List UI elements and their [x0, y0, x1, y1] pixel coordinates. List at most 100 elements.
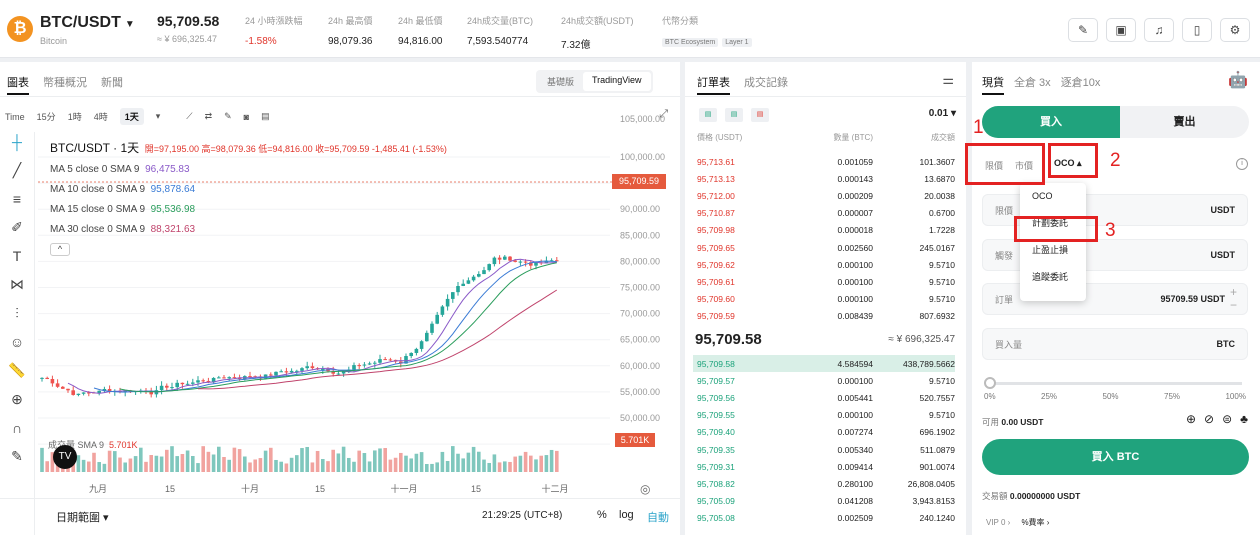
ask-row[interactable]: 95,709.59 0.008439 807.6932 [697, 308, 955, 325]
tag[interactable]: BTC Ecosystem [662, 38, 719, 47]
tab-isolated[interactable]: 逐倉10x [1061, 74, 1101, 95]
volume-bar [347, 457, 351, 472]
y-tick-label: 75,000.00 [620, 283, 660, 293]
candle-body [165, 385, 169, 388]
candle-body [482, 270, 486, 275]
slider-knob[interactable] [984, 377, 996, 389]
collapse-legend-icon[interactable]: ^ [50, 243, 70, 256]
volume-bar [279, 461, 283, 472]
volume-bar [139, 447, 143, 472]
volume-bar [378, 448, 382, 472]
bid-row[interactable]: 95,709.58 4.584594 438,789.5662 [693, 355, 955, 373]
volume-bar [45, 461, 49, 472]
volume-bar [217, 446, 221, 472]
bid-row[interactable]: 95,705.08 0.002509 240.1240 [697, 510, 955, 527]
ask-row[interactable]: 95,709.62 0.000100 9.5710 [697, 256, 955, 273]
tab-spot[interactable]: 現貨 [982, 74, 1004, 95]
ask-row[interactable]: 95,709.60 0.000100 9.5710 [697, 291, 955, 308]
buy-tab[interactable]: 買入 [982, 106, 1120, 138]
ask-row[interactable]: 95,710.87 0.000007 0.6700 [697, 205, 955, 222]
bid-row[interactable]: 95,708.82 0.280100 26,808.0405 [697, 475, 955, 492]
tab-trades[interactable]: 成交記錄 [744, 74, 788, 95]
y-tick-label: 80,000.00 [620, 256, 660, 266]
ask-row[interactable]: 95,712.00 0.000209 20.0038 [697, 187, 955, 204]
candle-body [373, 362, 377, 364]
volume-bar [461, 458, 465, 472]
transfer-icon[interactable]: ⊘ [1204, 412, 1214, 426]
log-toggle[interactable]: log [619, 509, 634, 521]
price-step-select[interactable]: 0.01 ▾ [929, 108, 956, 119]
book-asks-icon[interactable]: ▤ [751, 108, 769, 122]
auto-toggle[interactable]: 自動 [647, 509, 669, 525]
volume-bar [295, 455, 299, 472]
deposit-icon[interactable]: ⊕ [1186, 412, 1196, 426]
x-tick-label: 15 [471, 484, 481, 494]
bid-row[interactable]: 95,709.40 0.007274 696.1902 [697, 424, 955, 441]
candlestick-chart[interactable]: 100,000.0095,000.0090,000.0085,000.0080,… [0, 62, 680, 535]
volume-bar [305, 446, 309, 472]
volume-bar [534, 459, 538, 472]
tab-orderbook[interactable]: 訂單表 [697, 74, 730, 95]
x-tick-label: 15 [165, 484, 175, 494]
card-icon[interactable]: ▣ [1106, 18, 1136, 42]
bid-row[interactable]: 95,709.55 0.000100 9.5710 [697, 407, 955, 424]
bid-row[interactable]: 95,709.31 0.009414 901.0074 [697, 458, 955, 475]
info-icon[interactable]: i [1236, 158, 1248, 170]
book-both-icon[interactable]: ▤ [699, 108, 717, 122]
ask-row[interactable]: 95,713.13 0.000143 13.6870 [697, 170, 955, 187]
x-tick-label: 15 [315, 484, 325, 494]
buy-amount-field[interactable]: 買入量 BTC [982, 328, 1248, 360]
pair-selector[interactable]: BTC/USDT ▼ [40, 14, 135, 32]
percent-toggle[interactable]: % [597, 509, 607, 521]
caret-down-icon: ▼ [124, 19, 135, 30]
candle-body [378, 359, 382, 363]
convert-icon[interactable]: ⊜ [1222, 412, 1232, 426]
candle-body [477, 274, 481, 277]
robot-icon[interactable]: 🤖 [1228, 70, 1248, 90]
volume-bar [159, 456, 164, 472]
ask-row[interactable]: 95,709.98 0.000018 1.7228 [697, 222, 955, 239]
bid-row[interactable]: 95,705.09 0.041208 3,943.8153 [697, 493, 955, 510]
goto-realtime-icon[interactable]: ◎ [640, 482, 650, 496]
bid-row[interactable]: 95,709.57 0.000100 9.5710 [697, 372, 955, 389]
volume-bar [227, 459, 231, 472]
alert-icon[interactable]: ♫ [1144, 18, 1174, 42]
buy-btc-button[interactable]: 買入 BTC [982, 439, 1249, 475]
ask-row[interactable]: 95,713.61 0.001059 101.3607 [697, 153, 955, 170]
bid-row[interactable]: 95,709.56 0.005441 520.7557 [697, 389, 955, 406]
book-icon[interactable]: ▯ [1182, 18, 1212, 42]
tag[interactable]: Layer 1 [722, 38, 752, 47]
volume-bar [508, 461, 512, 472]
amount-slider[interactable] [984, 377, 1242, 389]
stepper-icon[interactable]: + − [1230, 286, 1237, 312]
stat-turnover: 24h成交額(USDT) 7.32億 [561, 16, 634, 51]
volume-bar [549, 449, 554, 472]
y-tick-label: 90,000.00 [620, 204, 660, 214]
trade-panel: 現貨 全倉 3x 逐倉10x 🤖 買入 賣出 限價 市價 OCO ▴ i 限價 USDT… [972, 62, 1260, 535]
volume-bar [133, 456, 138, 472]
loan-icon[interactable]: ♣ [1240, 412, 1248, 426]
vip-badge[interactable]: VIP 0 › %費率 › [986, 517, 1049, 528]
date-range-button[interactable]: 日期範圍 ▾ [56, 509, 109, 525]
book-bids-icon[interactable]: ▤ [725, 108, 743, 122]
stat-high: 24h 最高價 98,079.36 [328, 16, 373, 47]
ask-row[interactable]: 95,709.65 0.002560 245.0167 [697, 239, 955, 256]
settings-icon[interactable]: ⚙ [1220, 18, 1250, 42]
x-tick-label: 九月 [89, 484, 107, 494]
candle-body [274, 371, 278, 376]
y-tick-label: 70,000.00 [620, 309, 660, 319]
pair-label: BTC/USDT [40, 14, 121, 31]
dropdown-item-trailing[interactable]: 追蹤委託 [1020, 264, 1086, 291]
orderbook-settings-icon[interactable]: ⚌ [942, 72, 954, 88]
ask-row[interactable]: 95,709.61 0.000100 9.5710 [697, 273, 955, 290]
y-tick-label: 100,000.00 [620, 152, 665, 162]
dropdown-item-oco[interactable]: OCO [1020, 183, 1086, 210]
candle-body [336, 373, 341, 375]
bid-row[interactable]: 95,709.35 0.005340 511.0879 [697, 441, 955, 458]
tab-cross[interactable]: 全倉 3x [1014, 74, 1051, 95]
candle-body [419, 341, 424, 349]
candle-body [159, 385, 164, 391]
sell-tab[interactable]: 賣出 [1120, 106, 1249, 138]
volume-bar [383, 448, 387, 472]
note-icon[interactable]: ✎ [1068, 18, 1098, 42]
